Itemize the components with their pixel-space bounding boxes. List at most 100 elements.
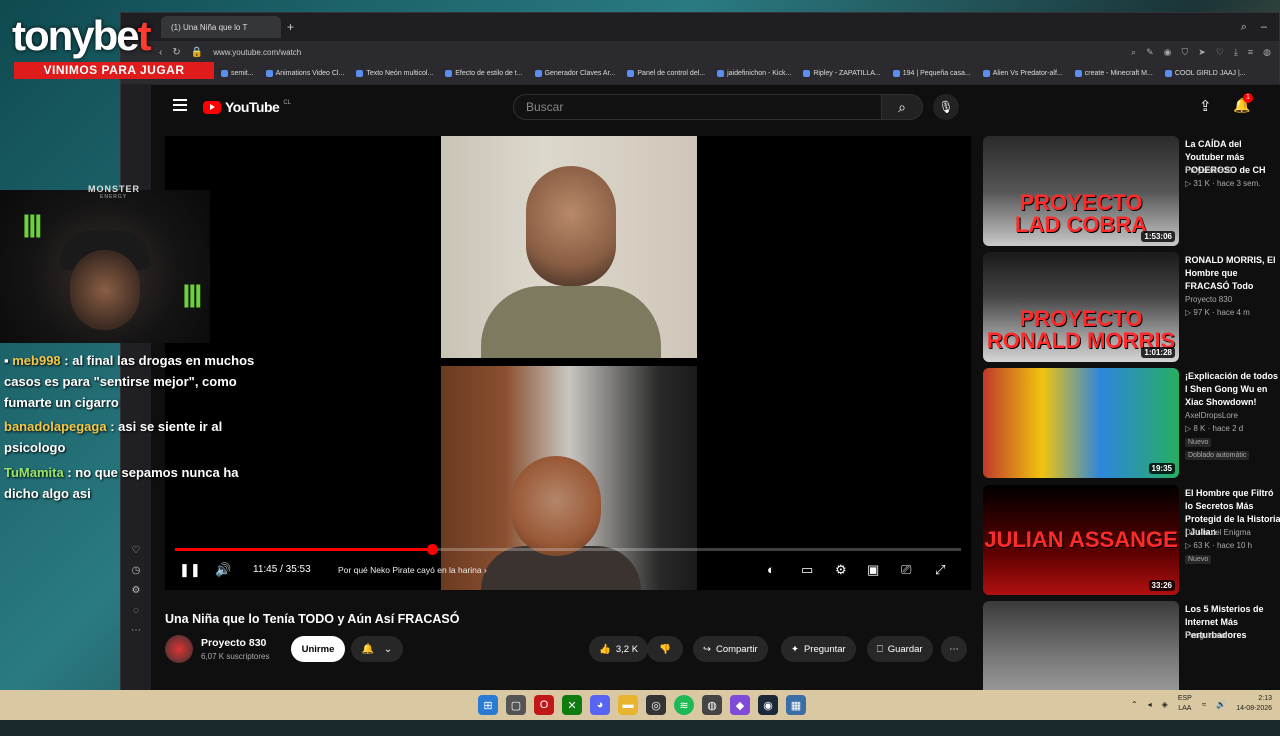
share-button[interactable]: ↪ Compartir <box>693 636 768 662</box>
logo-text: YouTube <box>225 99 280 115</box>
volume-icon[interactable]: 🔊 <box>1216 700 1226 709</box>
calculator-icon[interactable]: ▦ <box>786 695 806 715</box>
thumbnail-text: PROYECTO LAD COBRA <box>1015 190 1147 237</box>
cast-icon[interactable]: ⎚ <box>901 562 911 578</box>
recommendation-item[interactable]: PROYECTO LAD COBRA 1:53:06 La CAÍDA del Yo… <box>983 136 1280 246</box>
bookmark-item[interactable]: 194 | Pequeña casa... <box>892 70 971 77</box>
recommendation-channel[interactable]: AxelDropsLore <box>1185 411 1238 420</box>
bookmark-item[interactable]: create - Minecraft M... <box>1074 70 1153 77</box>
bookmark-item[interactable]: Panel de control del... <box>627 70 705 77</box>
volume-icon[interactable]: 🔊 <box>215 562 231 578</box>
mic-button[interactable]: 🎙 <box>933 94 959 120</box>
bookmark-item[interactable]: Alien Vs Predator-alf... <box>982 70 1063 77</box>
recommendation-channel[interactable]: Proyecto 830 <box>1185 295 1232 304</box>
more-actions-button[interactable]: ⋯ <box>941 636 967 662</box>
shield-icon[interactable]: ⛉ <box>1182 47 1189 58</box>
camera-icon[interactable]: ◉ <box>1164 47 1172 58</box>
search-input[interactable]: Buscar <box>513 94 883 120</box>
channel-name[interactable]: Proyecto 830 <box>201 637 266 649</box>
bookmark-item[interactable]: COOL GIRLD JAAJ |... <box>1164 70 1246 77</box>
bookmark-item[interactable]: Texto Neón multicol... <box>356 70 433 77</box>
progress-handle[interactable] <box>427 544 438 555</box>
minimize-icon[interactable]: – <box>1261 21 1267 34</box>
bookmark-item[interactable]: semit... <box>221 70 254 77</box>
back-icon[interactable]: ‹ <box>159 47 162 58</box>
chapter-title[interactable]: Por qué Neko Pirate cayó en la harina › <box>338 565 487 575</box>
progress-bar[interactable] <box>175 544 961 555</box>
subscribed-button[interactable]: 🔔 ⌄ <box>351 636 403 662</box>
subtitles-icon[interactable]: ▭ <box>801 562 813 578</box>
url-field[interactable]: www.youtube.com/watch <box>213 48 301 57</box>
app-icon[interactable]: ◆ <box>730 695 750 715</box>
heart-icon[interactable]: ♡ <box>1216 47 1224 58</box>
search-button[interactable]: ⌕ <box>881 94 923 120</box>
obs-icon[interactable]: ◎ <box>646 695 666 715</box>
recommendation-meta: ▷ 97 K · hace 4 m <box>1185 308 1250 317</box>
windows-start-icon[interactable]: ⊞ <box>478 695 498 715</box>
autoplay-toggle-icon[interactable]: ◐ <box>767 562 775 577</box>
profile-icon[interactable]: ◍ <box>1263 47 1271 58</box>
tab-youtube[interactable]: (1) Una Niña que lo T <box>161 16 281 38</box>
recommendation-channel[interactable]: Penguinator <box>1185 631 1228 640</box>
xbox-icon[interactable]: ✕ <box>562 695 582 715</box>
discord-icon[interactable]: ◕ <box>590 695 610 715</box>
language-indicator[interactable]: ESP LAA <box>1178 694 1192 714</box>
theater-mode-icon[interactable]: ▣ <box>867 562 879 578</box>
save-button[interactable]: ⎕ Guardar <box>867 636 933 662</box>
clock[interactable]: 2:13 14-08-2026 <box>1236 694 1272 714</box>
tray-app-icon[interactable]: ◂ <box>1148 700 1152 709</box>
chrome-icon[interactable]: ◍ <box>702 695 722 715</box>
search-tabs-icon[interactable]: ⌕ <box>1241 21 1247 34</box>
history-icon[interactable]: ◷ <box>130 565 142 576</box>
video-player[interactable]: ❚❚ 🔊 11:45 / 35:53 Por qué Neko Pirate c… <box>165 136 971 590</box>
pause-icon[interactable]: ❚❚ <box>179 562 201 578</box>
task-view-icon[interactable]: ▢ <box>506 695 526 715</box>
recommendation-item[interactable]: 19:35 ¡Explicación de todos l Shen Gong W… <box>983 368 1280 478</box>
recommendation-channel[interactable]: Proyecto 830 <box>1185 166 1232 175</box>
send-icon[interactable]: ➤ <box>1198 47 1206 58</box>
video-thumbnail[interactable]: PROYECTO LAD COBRA 1:53:06 <box>983 136 1179 246</box>
video-thumbnail[interactable]: JULIAN ASSANGE 33:26 <box>983 485 1179 595</box>
reload-icon[interactable]: ↻ <box>172 47 180 58</box>
bookmark-item[interactable]: Ripley - ZAPATILLA... <box>803 70 881 77</box>
steam-icon[interactable]: ◉ <box>758 695 778 715</box>
duration-badge: 33:26 <box>1148 580 1175 591</box>
video-thumbnail[interactable]: PROYECTO RONALD MORRIS 1:01:28 <box>983 252 1179 362</box>
recommendation-title[interactable]: ¡Explicación de todos l Shen Gong Wu en … <box>1185 370 1280 409</box>
bookmark-item[interactable]: Animations Video Cl... <box>265 70 344 77</box>
ask-button[interactable]: ✦ Preguntar <box>781 636 856 662</box>
spotify-icon[interactable]: ≋ <box>674 695 694 715</box>
more-icon[interactable]: ⋯ <box>130 625 142 636</box>
wifi-icon[interactable]: ≈ <box>1202 700 1206 709</box>
download-icon[interactable]: ⤓ <box>1234 47 1238 58</box>
recommendation-channel[interactable]: Detrás del Enigma <box>1185 528 1251 537</box>
recommendation-item[interactable]: JULIAN ASSANGE 33:26 El Hombre que Filtró … <box>983 485 1280 595</box>
video-thumbnail[interactable]: 19:35 <box>983 368 1179 478</box>
edit-icon[interactable]: ✎ <box>1146 47 1154 58</box>
settings-icon[interactable]: ⚙ <box>835 562 847 578</box>
bookmark-item[interactable]: Generador Claves Ar... <box>534 70 615 77</box>
folder-icon[interactable]: ▬ <box>618 695 638 715</box>
menu-icon[interactable]: ≡ <box>1248 47 1253 58</box>
fullscreen-icon[interactable]: ⤢ <box>935 562 945 578</box>
heart-icon[interactable]: ♡ <box>130 545 142 556</box>
dislike-button[interactable]: 👎 <box>647 636 683 662</box>
tray-steam-icon[interactable]: ◈ <box>1162 700 1168 709</box>
bookmark-item[interactable]: Efecto de estilo de t... <box>445 70 523 77</box>
hamburger-icon[interactable] <box>173 99 187 111</box>
youtube-logo[interactable]: YouTube CL <box>203 99 291 115</box>
chevron-up-icon[interactable]: ⌃ <box>1131 700 1138 709</box>
new-tab-icon[interactable]: + <box>287 20 294 34</box>
like-button[interactable]: 👍 3,2 K <box>589 636 649 662</box>
bookmark-item[interactable]: jaidefinichon - Kick... <box>717 70 791 77</box>
recommendation-item[interactable]: PROYECTO RONALD MORRIS 1:01:28 RONALD MORR… <box>983 252 1280 362</box>
channel-avatar[interactable] <box>165 635 193 663</box>
opera-icon[interactable]: O <box>534 695 554 715</box>
subscriber-count: 6,07 K suscriptores <box>201 652 270 661</box>
lightbulb-icon[interactable]: ◌ <box>130 605 142 616</box>
join-button[interactable]: Unirme <box>291 636 345 662</box>
gear-icon[interactable]: ⚙ <box>130 585 142 596</box>
zoom-icon[interactable]: ⌕ <box>1131 47 1136 58</box>
recommendation-title[interactable]: RONALD MORRIS, El Hombre que FRACASÓ Tod… <box>1185 254 1280 293</box>
upload-icon[interactable]: ⇪ <box>1199 97 1212 115</box>
